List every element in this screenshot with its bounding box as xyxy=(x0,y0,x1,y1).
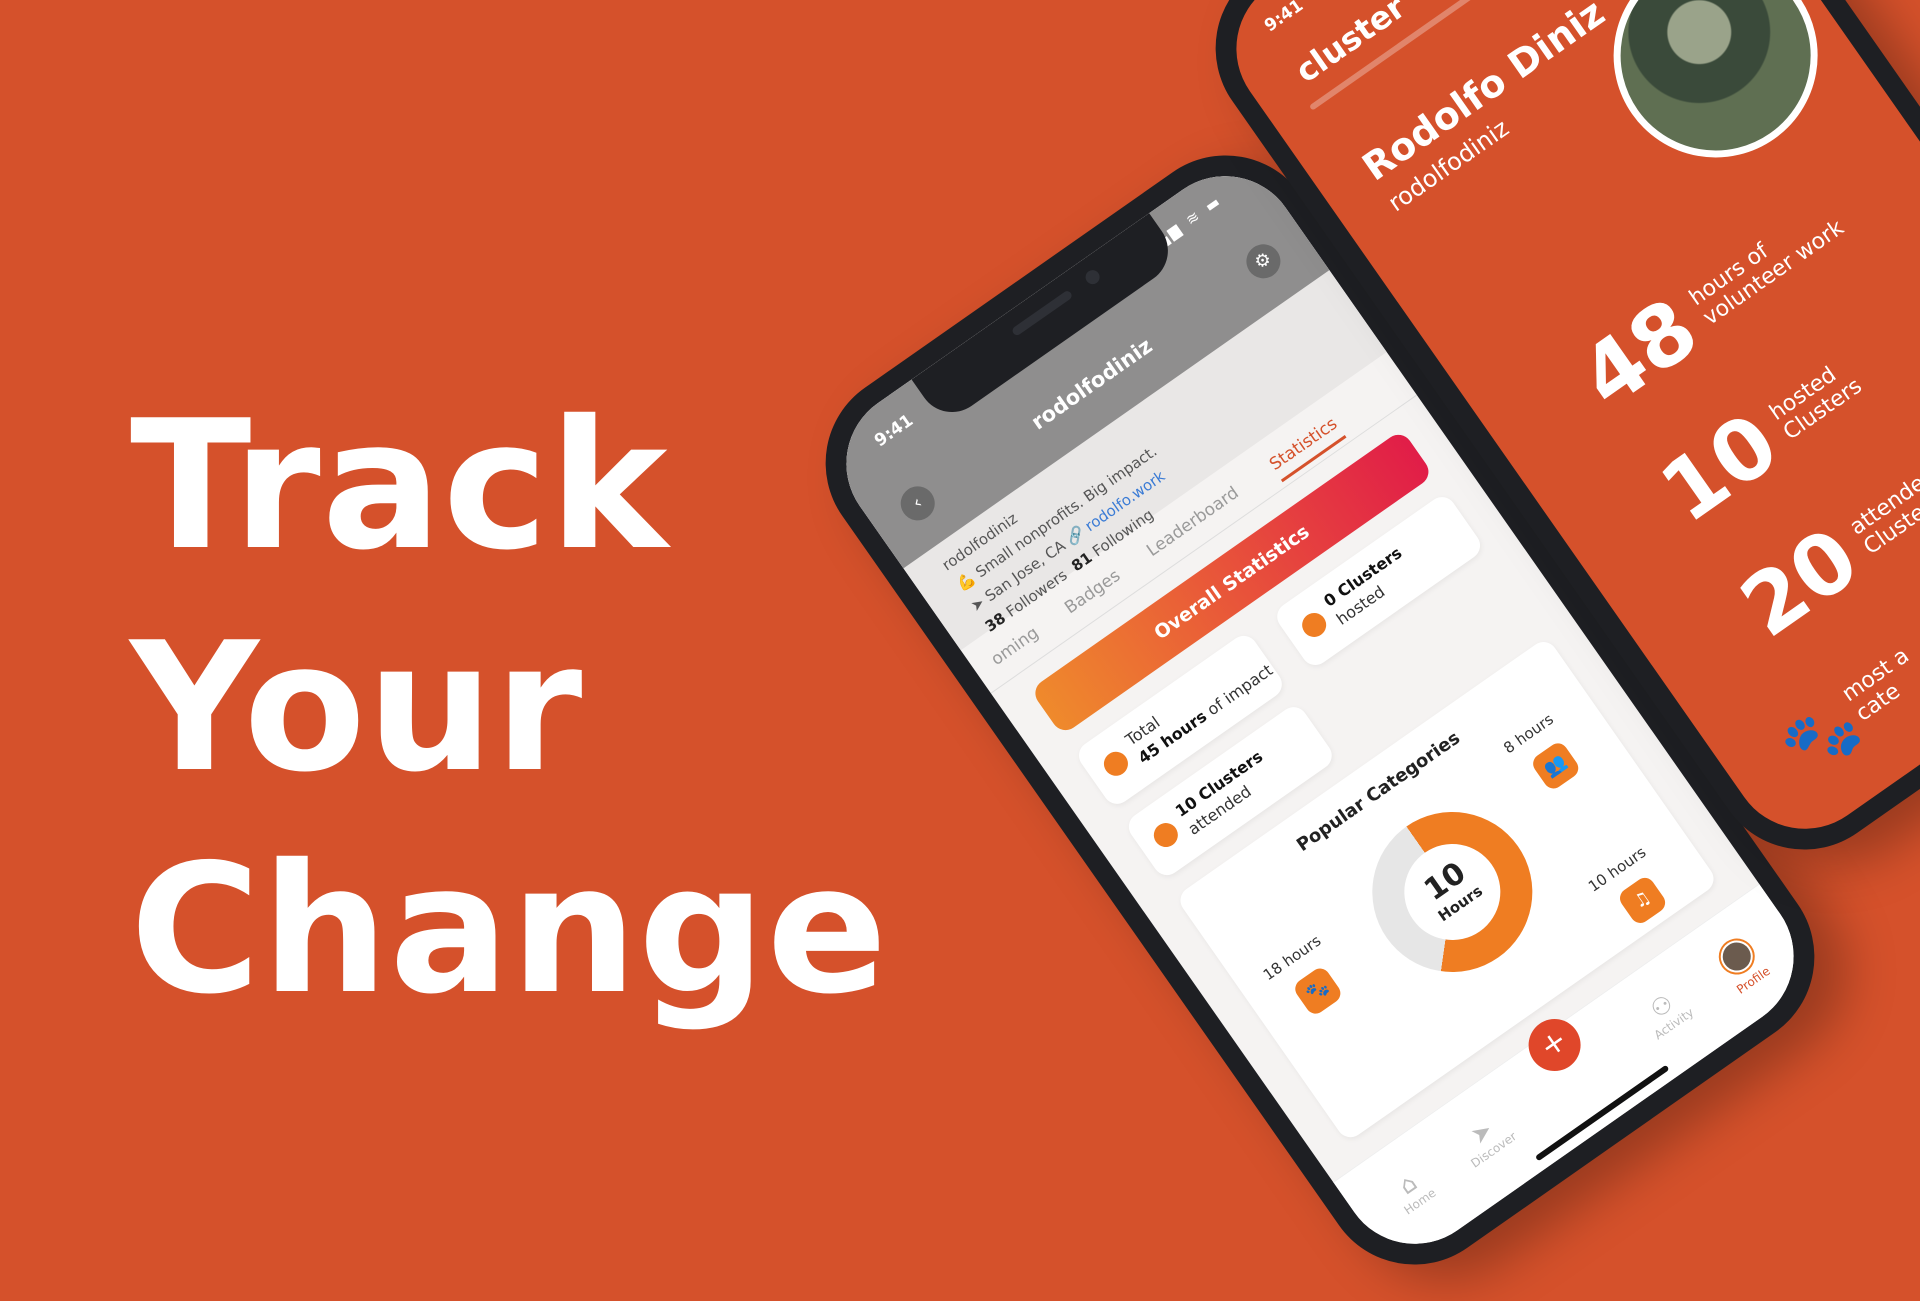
attended-text: 10 Clusters attended xyxy=(1171,746,1280,840)
paw-icon[interactable]: 🐾 xyxy=(1291,964,1345,1018)
speaker xyxy=(1010,289,1074,337)
nav-home[interactable]: ⌂ Home xyxy=(1367,1150,1457,1230)
music-icon[interactable]: ♫ xyxy=(1616,873,1670,927)
home-indicator xyxy=(1534,1064,1670,1162)
camera xyxy=(1082,267,1103,287)
gear-icon: ⚙ xyxy=(1250,247,1276,275)
headline: Track Your Change xyxy=(130,375,888,1041)
stat-hours-label: hours of volunteer work xyxy=(1684,215,1849,331)
headline-line-1: Track xyxy=(130,382,669,589)
stat-attended-label: attended Clusters xyxy=(1845,462,1920,561)
badge-icon xyxy=(1149,818,1183,852)
clock-icon xyxy=(1099,747,1133,781)
total-suffix: of impact xyxy=(1203,660,1277,720)
nav-activity[interactable]: ⚇ Activity xyxy=(1621,972,1711,1052)
avatar xyxy=(1573,0,1858,198)
categories-donut: 10 Hours xyxy=(1340,780,1564,1004)
nav-profile[interactable]: Profile xyxy=(1695,920,1790,1008)
status-time: 9:41 xyxy=(870,410,918,452)
star-icon xyxy=(1297,608,1331,642)
phone-notch-right xyxy=(1301,0,1572,11)
stat-hosted-label: hosted Clusters xyxy=(1765,362,1867,446)
nav-discover[interactable]: ➤ Discover xyxy=(1441,1098,1531,1178)
headline-line-3: Change xyxy=(130,826,889,1033)
group-icon[interactable]: 👥 xyxy=(1529,739,1583,793)
stat-hours-value: 48 xyxy=(1563,279,1716,427)
stat-attended-value: 20 xyxy=(1723,508,1876,657)
status-time-right: 9:41 xyxy=(1260,0,1308,37)
hosted-text: 0 Clusters hosted xyxy=(1320,542,1420,630)
donut-center: 10 Hours xyxy=(1385,825,1520,959)
headline-line-2: Your xyxy=(130,604,584,811)
stat-hosted-value: 10 xyxy=(1643,394,1796,542)
